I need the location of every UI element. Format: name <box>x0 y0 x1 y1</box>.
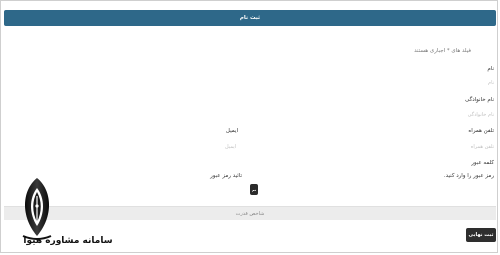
show-password-button[interactable]: نم <box>250 184 258 195</box>
first-name-label: نام <box>487 66 494 72</box>
email-label: ایمیل <box>225 128 238 134</box>
watermark-text: سامانه مشاوره هیوا <box>23 236 113 246</box>
mobile-label: تلفن همراه <box>468 128 494 134</box>
show-password-button-label: نم <box>251 187 257 192</box>
last-name-input[interactable]: نام خانوادگی <box>468 113 494 118</box>
password-strength-label: شاخص قدرت <box>235 210 265 217</box>
confirm-password-label: تائید رمز عبور <box>210 173 242 179</box>
password-label: کلمه عبور <box>471 160 494 166</box>
register-top-button-label: ثبت نام <box>239 15 261 21</box>
password-input[interactable]: رمز عبور را وارد کنید. <box>444 173 494 180</box>
mobile-input[interactable]: تلفن همراه <box>471 145 494 150</box>
final-submit-button[interactable]: ثبت نهایی <box>466 228 496 242</box>
register-top-button[interactable]: ثبت نام <box>4 10 496 26</box>
email-input[interactable]: ایمیل <box>225 145 236 150</box>
final-submit-button-label: ثبت نهایی <box>468 232 494 238</box>
first-name-input[interactable]: نام <box>488 81 494 86</box>
last-name-label: نام خانوادگی <box>465 97 494 103</box>
required-fields-hint: فیلد های * اجباری هستند <box>414 48 471 54</box>
